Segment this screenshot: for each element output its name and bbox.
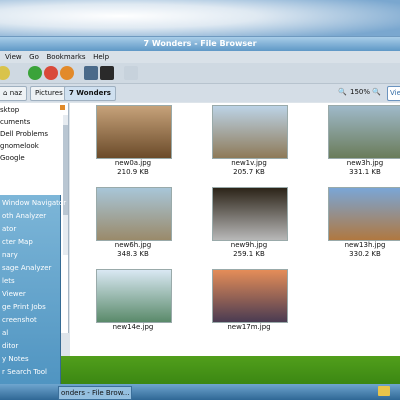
taskbar-window-button[interactable]: onders - File Brow... [58, 386, 132, 400]
sidebar-item-dell-problems[interactable]: Dell Problems [0, 129, 48, 139]
view-button[interactable]: Vie [387, 86, 400, 101]
file-size: 259.1 KB [233, 250, 265, 258]
file-name: new6h.jpg [114, 241, 152, 249]
sidebar-item-desktop[interactable]: sktop [0, 105, 19, 115]
crumb-label: naz [9, 89, 23, 97]
menu-view[interactable]: View [5, 51, 22, 63]
menu-item-disk-usage-analyzer[interactable]: sage Analyzer [2, 262, 51, 274]
applications-menu: Window Navigator oth Analyzer ator cter … [0, 195, 66, 387]
window-title[interactable]: 7 Wonders - File Browser [0, 37, 400, 51]
image-thumbnail[interactable] [96, 269, 172, 323]
menu-item-bluetooth-analyzer[interactable]: oth Analyzer [2, 210, 46, 222]
file-size: 205.7 KB [233, 168, 265, 176]
home-icon[interactable] [84, 66, 98, 80]
zoom-level: 150% [350, 88, 371, 96]
file-item[interactable]: new1v.jpg 205.7 KB [212, 105, 312, 187]
file-size: 348.3 KB [117, 250, 149, 258]
home-icon: ⌂ [3, 89, 8, 97]
taskbar: onders - File Brow... [0, 384, 400, 400]
sidebar-item-gnomelook[interactable]: gnomelook [0, 141, 39, 151]
menu-go[interactable]: Go [29, 51, 39, 63]
crumb-pictures[interactable]: Pictures [30, 86, 68, 101]
up-icon[interactable] [28, 66, 42, 80]
file-name: new3h.jpg [346, 159, 384, 167]
crumb-home[interactable]: ⌂ naz [0, 86, 28, 101]
file-name: new9h.jpg [230, 241, 268, 249]
file-item[interactable]: new3h.jpg 331.1 KB [328, 105, 400, 187]
sidebar-close-icon[interactable] [60, 105, 65, 110]
image-thumbnail[interactable] [328, 187, 400, 241]
file-size: 331.1 KB [349, 168, 381, 176]
reload-icon[interactable] [60, 66, 74, 80]
menu-item-dictionary[interactable]: nary [2, 249, 18, 261]
location-bar: ⌂ naz Pictures 7 Wonders 🔍 150% 🔍 Vie [0, 84, 400, 102]
zoom-out-icon[interactable]: 🔍 [338, 88, 347, 96]
zoom-in-icon[interactable]: 🔍 [372, 88, 381, 96]
file-size: 330.2 KB [349, 250, 381, 258]
menu-item-screenshot[interactable]: creenshot [2, 314, 37, 326]
sidebar-item-google[interactable]: Google [0, 153, 25, 163]
menu-item-applets[interactable]: lets [2, 275, 15, 287]
file-name: new17m.jpg [227, 323, 271, 331]
sidebar-item-documents[interactable]: cuments [0, 117, 30, 127]
file-item[interactable]: new17m.jpg [212, 269, 312, 351]
file-item[interactable]: new14e.jpg [96, 269, 196, 351]
menu-item-window-navigator[interactable]: Window Navigator [2, 197, 66, 209]
file-item[interactable]: new0a.jpg 210.9 KB [96, 105, 196, 187]
desktop-wallpaper-sky [0, 0, 400, 40]
file-name: new0a.jpg [114, 159, 152, 167]
image-thumbnail[interactable] [96, 105, 172, 159]
image-thumbnail[interactable] [328, 105, 400, 159]
sidebar-scrollbar[interactable] [63, 115, 68, 255]
menu-item-calculator[interactable]: ator [2, 223, 16, 235]
file-item[interactable]: new9h.jpg 259.1 KB [212, 187, 312, 269]
image-thumbnail[interactable] [212, 269, 288, 323]
search-icon[interactable] [124, 66, 138, 80]
back-icon[interactable] [0, 66, 10, 80]
menu-item-terminal[interactable]: al [2, 327, 8, 339]
image-thumbnail[interactable] [212, 187, 288, 241]
file-name: new14e.jpg [112, 323, 154, 331]
folder-icon[interactable] [378, 386, 390, 396]
menu-item-search-tool[interactable]: r Search Tool [2, 366, 47, 378]
menu-bookmarks[interactable]: Bookmarks [46, 51, 85, 63]
stop-icon[interactable] [44, 66, 58, 80]
image-thumbnail[interactable] [96, 187, 172, 241]
file-item[interactable]: new13h.jpg 330.2 KB [328, 187, 400, 269]
menu-item-character-map[interactable]: cter Map [2, 236, 33, 248]
file-grid: new0a.jpg 210.9 KB new1v.jpg 205.7 KB ne… [70, 103, 400, 356]
image-thumbnail[interactable] [212, 105, 288, 159]
menu-help[interactable]: Help [93, 51, 109, 63]
menu-item-viewer[interactable]: Viewer [2, 288, 26, 300]
file-size: 210.9 KB [117, 168, 149, 176]
file-name: new1v.jpg [231, 159, 267, 167]
menu-item-sticky-notes[interactable]: y Notes [2, 353, 29, 365]
menu-item-text-editor[interactable]: ditor [2, 340, 18, 352]
menubar: View Go Bookmarks Help [0, 51, 400, 63]
crumb-7-wonders[interactable]: 7 Wonders [64, 86, 116, 101]
menu-item-manage-print-jobs[interactable]: ge Print Jobs [2, 301, 46, 313]
computer-icon[interactable] [100, 66, 114, 80]
file-item[interactable]: new6h.jpg 348.3 KB [96, 187, 196, 269]
file-name: new13h.jpg [344, 241, 386, 249]
toolbar [0, 63, 400, 84]
